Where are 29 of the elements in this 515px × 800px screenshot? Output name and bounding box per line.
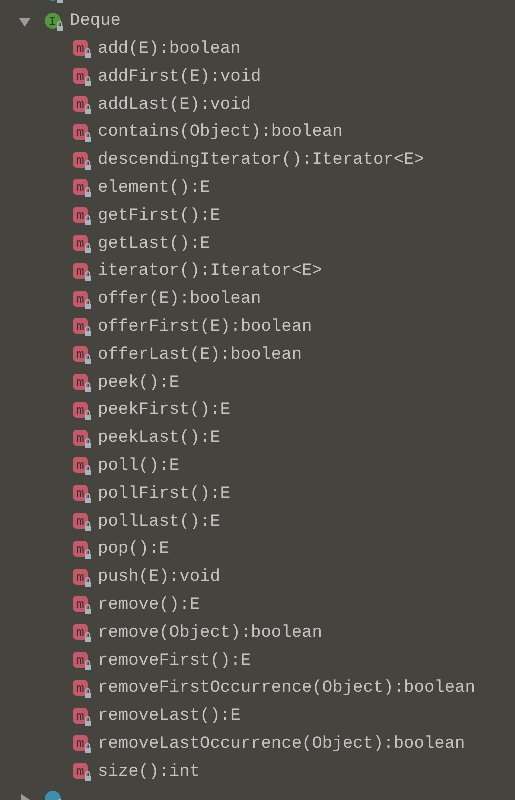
tree-item[interactable]: Deque: [70, 12, 122, 32]
tree-item[interactable]: pollLast():E: [98, 512, 220, 532]
tree-item[interactable]: descendingIterator():Iterator<E>: [98, 151, 424, 170]
tree-item[interactable]: addFirst(E):void: [98, 68, 262, 87]
tree-item[interactable]: add(E):boolean: [98, 40, 241, 59]
tree-item[interactable]: removeFirstOccurrence(Object):boolean: [98, 679, 476, 698]
tree-item[interactable]: pop():E: [98, 540, 170, 560]
tree-item[interactable]: addLast(E):void: [98, 96, 252, 115]
tree-item[interactable]: offerFirst(E):boolean: [98, 318, 312, 337]
tree-item[interactable]: element():E: [98, 178, 210, 198]
tree-item[interactable]: iterator():Iterator<E>: [98, 262, 322, 282]
tree-item[interactable]: contains(Object):boolean: [98, 123, 343, 142]
tree-item[interactable]: poll():E: [98, 456, 180, 476]
tree-item[interactable]: offerLast(E):boolean: [98, 346, 302, 365]
tree-item[interactable]: remove(Object):boolean: [98, 624, 322, 643]
tree-item[interactable]: pollFirst():E: [98, 484, 231, 504]
tree-item[interactable]: size():int: [98, 762, 200, 782]
tree-item[interactable]: removeLastOccurrence(Object):boolean: [98, 734, 466, 754]
tree-item[interactable]: peek():E: [98, 374, 180, 393]
tree-item[interactable]: push(E):void: [98, 568, 220, 588]
tree-item[interactable]: peekFirst():E: [98, 401, 231, 420]
interface-icon: I: [44, 12, 64, 32]
tree-item[interactable]: offer(E):boolean: [98, 290, 262, 310]
tree-item[interactable]: remove():E: [98, 596, 200, 615]
tree-item[interactable]: getLast():E: [98, 234, 210, 254]
tree-item[interactable]: peekLast():E: [98, 429, 220, 448]
tree-item[interactable]: removeLast():E: [98, 707, 241, 726]
tree-item[interactable]: getFirst():E: [98, 206, 220, 226]
tree-item[interactable]: removeFirst():E: [98, 652, 252, 671]
